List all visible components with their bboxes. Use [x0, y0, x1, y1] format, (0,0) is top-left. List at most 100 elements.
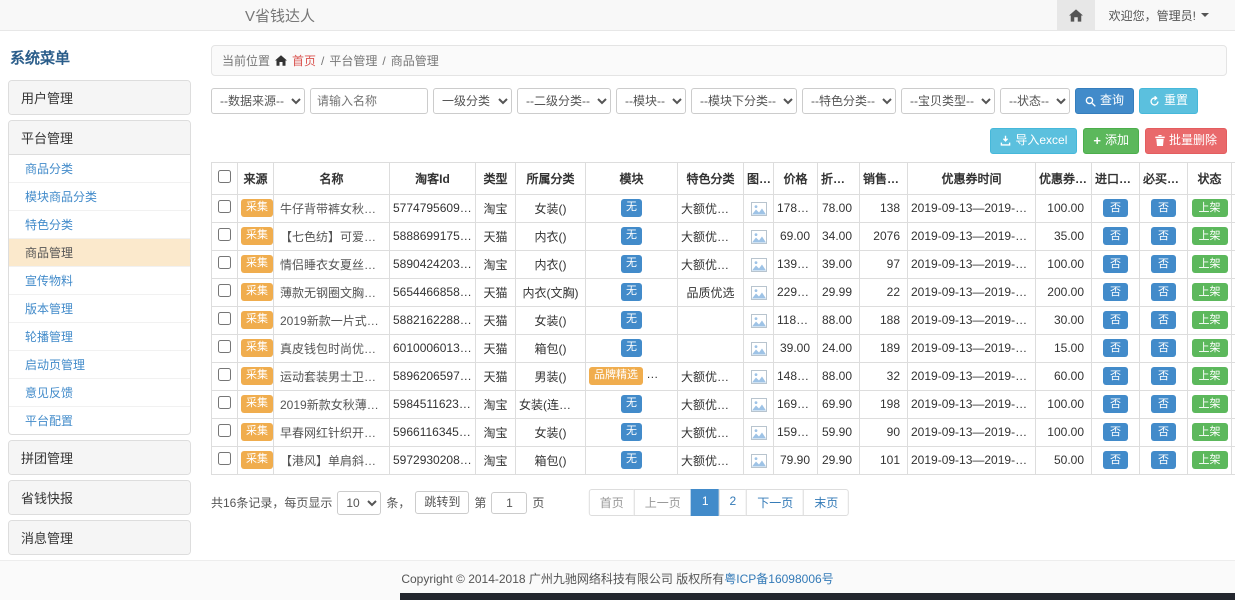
status-button[interactable]: 上架 — [1192, 283, 1228, 301]
add-button[interactable]: + 添加 — [1083, 128, 1139, 154]
sidebar-item[interactable]: 商品分类 — [9, 155, 190, 183]
status-button[interactable]: 上架 — [1192, 339, 1228, 357]
per-page-select[interactable]: 10 — [337, 491, 381, 515]
sidebar-item[interactable]: 模块商品分类 — [9, 183, 190, 211]
filter-select[interactable]: --数据来源-- — [211, 88, 305, 114]
breadcrumb: 当前位置 首页 / 平台管理 / 商品管理 — [211, 45, 1227, 76]
import-select-toggle[interactable]: 否 — [1103, 339, 1128, 357]
row-checkbox[interactable] — [218, 368, 231, 381]
status-button[interactable]: 上架 — [1192, 311, 1228, 329]
icp-link[interactable]: 粤ICP备16098006号 — [724, 572, 833, 586]
product-name: 2019新款女秋薄款... — [274, 390, 390, 418]
page-button[interactable]: 2 — [719, 489, 748, 516]
trash-icon — [1155, 135, 1165, 146]
import-excel-button[interactable]: 导入excel — [990, 128, 1077, 154]
row-checkbox[interactable] — [218, 284, 231, 297]
import-select-toggle[interactable]: 否 — [1103, 227, 1128, 245]
home-button[interactable] — [1057, 0, 1095, 30]
page-button[interactable]: 末页 — [803, 489, 849, 516]
must-buy-toggle[interactable]: 否 — [1151, 339, 1176, 357]
filter-select[interactable]: --模块下分类-- — [691, 88, 797, 114]
row-checkbox[interactable] — [218, 424, 231, 437]
feature-category — [678, 306, 744, 334]
import-select-toggle[interactable]: 否 — [1103, 395, 1128, 413]
row-checkbox[interactable] — [218, 452, 231, 465]
import-select-toggle[interactable]: 否 — [1103, 255, 1128, 273]
status-button[interactable]: 上架 — [1192, 199, 1228, 217]
filter-select[interactable]: --特色分类-- — [802, 88, 896, 114]
must-buy-toggle[interactable]: 否 — [1151, 367, 1176, 385]
must-buy-toggle[interactable]: 否 — [1151, 199, 1176, 217]
coupon-amount: 100.00 — [1036, 250, 1092, 278]
status-button[interactable]: 上架 — [1192, 227, 1228, 245]
sidebar-item[interactable]: 商品管理 — [9, 239, 190, 267]
import-icon — [1000, 135, 1011, 146]
batch-delete-button[interactable]: 批量删除 — [1145, 128, 1227, 154]
sidebar-item[interactable]: 特色分类 — [9, 211, 190, 239]
coupon-amount: 50.00 — [1036, 446, 1092, 474]
coupon-time: 2019-09-13—2019-09-20 — [908, 334, 1036, 362]
row-checkbox[interactable] — [218, 200, 231, 213]
must-buy-toggle[interactable]: 否 — [1151, 227, 1176, 245]
import-select-toggle[interactable]: 否 — [1103, 199, 1128, 217]
import-select-toggle[interactable]: 否 — [1103, 367, 1128, 385]
import-select-toggle[interactable]: 否 — [1103, 451, 1128, 469]
user-dropdown[interactable]: 欢迎您，管理员! — [1095, 7, 1235, 24]
name-search-input[interactable] — [310, 88, 428, 114]
product-thumbnail — [751, 370, 767, 384]
sidebar-item[interactable]: 意见反馈 — [9, 379, 190, 407]
row-checkbox[interactable] — [218, 256, 231, 269]
filter-select[interactable]: 一级分类 — [433, 88, 512, 114]
discount-price: 59.90 — [818, 418, 860, 446]
page-button[interactable]: 1 — [691, 489, 720, 516]
app-title: V省钱达人 — [245, 5, 315, 26]
status-button[interactable]: 上架 — [1192, 367, 1228, 385]
sidebar-item[interactable]: 宣传物料 — [9, 267, 190, 295]
column-header: 所属分类 — [516, 162, 586, 194]
import-select-toggle[interactable]: 否 — [1103, 283, 1128, 301]
filter-select[interactable]: --状态-- — [1000, 88, 1070, 114]
image-placeholder-icon — [751, 398, 767, 412]
filter-select[interactable]: --宝贝类型-- — [901, 88, 995, 114]
sidebar-item[interactable]: 轮播管理 — [9, 323, 190, 351]
import-select-toggle[interactable]: 否 — [1103, 423, 1128, 441]
jump-page-input[interactable] — [491, 492, 527, 514]
must-buy-toggle[interactable]: 否 — [1151, 311, 1176, 329]
search-button[interactable]: 查询 — [1075, 88, 1134, 114]
status-button[interactable]: 上架 — [1192, 395, 1228, 413]
jump-button[interactable]: 跳转到 — [415, 491, 469, 515]
page-button[interactable]: 首页 — [589, 489, 635, 516]
sidebar-section[interactable]: 平台管理 — [9, 121, 190, 154]
row-checkbox[interactable] — [218, 340, 231, 353]
import-select-toggle[interactable]: 否 — [1103, 311, 1128, 329]
status-button[interactable]: 上架 — [1192, 255, 1228, 273]
page-button[interactable]: 上一页 — [634, 489, 692, 516]
must-buy-toggle[interactable]: 否 — [1151, 423, 1176, 441]
status-button[interactable]: 上架 — [1192, 451, 1228, 469]
breadcrumb-home-link[interactable]: 首页 — [292, 52, 316, 69]
module-cell: 无 — [586, 334, 678, 362]
must-buy-toggle[interactable]: 否 — [1151, 255, 1176, 273]
must-buy-toggle[interactable]: 否 — [1151, 283, 1176, 301]
sidebar-item[interactable]: 启动页管理 — [9, 351, 190, 379]
row-checkbox[interactable] — [218, 312, 231, 325]
sidebar-item[interactable]: 版本管理 — [9, 295, 190, 323]
sidebar-item[interactable]: 平台配置 — [9, 407, 190, 434]
sidebar-section[interactable]: 拼团管理 — [9, 441, 190, 474]
sidebar-section[interactable]: 省钱快报 — [9, 481, 190, 514]
discount-price: 78.00 — [818, 194, 860, 222]
page-button[interactable]: 下一页 — [746, 489, 804, 516]
row-checkbox[interactable] — [218, 396, 231, 409]
product-name: 牛仔背带裤女秋装减龄... — [274, 194, 390, 222]
status-button[interactable]: 上架 — [1192, 423, 1228, 441]
select-all-checkbox[interactable] — [218, 170, 231, 183]
reset-button[interactable]: 重置 — [1139, 88, 1198, 114]
filter-select[interactable]: --二级分类-- — [517, 88, 611, 114]
sidebar-section[interactable]: 消息管理 — [9, 521, 190, 554]
must-buy-toggle[interactable]: 否 — [1151, 451, 1176, 469]
source-badge: 采集 — [241, 451, 273, 468]
filter-select[interactable]: --模块-- — [616, 88, 686, 114]
sidebar-section[interactable]: 用户管理 — [9, 81, 190, 114]
row-checkbox[interactable] — [218, 228, 231, 241]
must-buy-toggle[interactable]: 否 — [1151, 395, 1176, 413]
